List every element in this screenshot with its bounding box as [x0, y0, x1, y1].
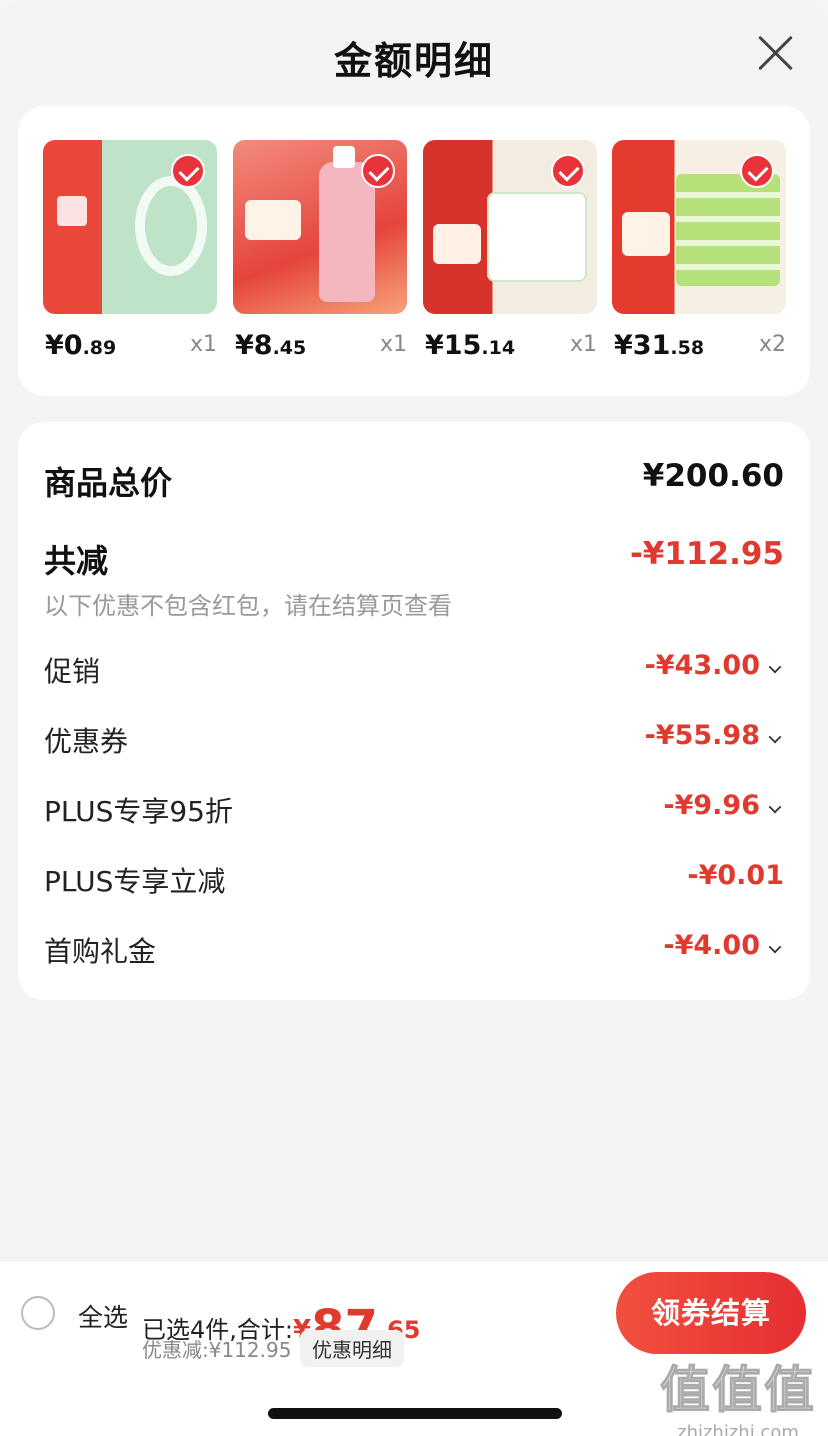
watermark-logo: 值值值 zhizhizhi.com — [660, 1350, 816, 1436]
discount-label: 优惠券 — [44, 725, 129, 758]
total-reduction-value: -¥112.95 — [629, 536, 784, 572]
select-all-radio[interactable] — [21, 1296, 55, 1330]
watermark-url: zhizhizhi.com — [677, 1422, 799, 1436]
product-price: ¥31.58 — [614, 330, 705, 361]
discount-label: PLUS专享立减 — [44, 865, 226, 898]
product-quantity: x1 — [569, 332, 597, 357]
discount-value: -¥43.00 — [644, 650, 760, 681]
checkout-button[interactable]: 领券结算 — [616, 1272, 806, 1354]
selected-check-icon[interactable] — [551, 154, 585, 188]
discount-label: 促销 — [44, 655, 101, 688]
discount-label: 首购礼金 — [44, 935, 157, 968]
selected-check-icon[interactable] — [740, 154, 774, 188]
reduction-note: 以下优惠不包含红包，请在结算页查看 — [44, 592, 452, 620]
product-quantity: x2 — [758, 332, 786, 357]
chevron-down-icon[interactable] — [768, 800, 782, 814]
product-price: ¥15.14 — [425, 330, 516, 361]
discount-summary: 优惠减:¥112.95 — [142, 1338, 292, 1362]
chevron-down-icon[interactable] — [768, 940, 782, 954]
product-quantity: x1 — [189, 332, 217, 357]
price-summary-card: 商品总价 ¥200.60 共减 -¥112.95 以下优惠不包含红包，请在结算页… — [18, 422, 810, 1000]
discount-value: -¥55.98 — [644, 720, 760, 751]
product-quantity: x1 — [379, 332, 407, 357]
selected-check-icon[interactable] — [361, 154, 395, 188]
product-list-card: ¥0.89 x1 ¥8.45 x1 ¥15.14 x1 ¥31.58 x2 — [18, 106, 810, 396]
discount-value: -¥9.96 — [663, 790, 760, 821]
checkout-bar: 全选 已选4件,合计:¥87.65 优惠减:¥112.95 优惠明细 领券结算 … — [0, 1262, 828, 1436]
discount-value: -¥4.00 — [663, 930, 760, 961]
total-price-value: ¥200.60 — [642, 458, 784, 494]
discount-label: PLUS专享95折 — [44, 795, 233, 828]
watermark-text: 值值值 — [660, 1361, 816, 1420]
page-title: 金额明细 — [333, 39, 494, 83]
selected-check-icon[interactable] — [171, 154, 205, 188]
discount-value: -¥0.01 — [687, 860, 784, 891]
chevron-down-icon[interactable] — [768, 660, 782, 674]
product-price: ¥0.89 — [45, 330, 117, 361]
product-price: ¥8.45 — [235, 330, 307, 361]
close-icon[interactable] — [756, 34, 794, 72]
total-reduction-label: 共减 — [44, 542, 109, 580]
amount-detail-sheet: 金额明细 ¥0.89 x1 ¥8.45 x1 ¥15.14 x1 ¥31.58 … — [0, 0, 828, 1436]
select-all-label[interactable]: 全选 — [78, 1298, 128, 1334]
chevron-down-icon[interactable] — [768, 730, 782, 744]
home-indicator[interactable] — [268, 1408, 562, 1419]
discount-detail-button[interactable]: 优惠明细 — [300, 1330, 404, 1367]
total-price-label: 商品总价 — [44, 464, 173, 502]
